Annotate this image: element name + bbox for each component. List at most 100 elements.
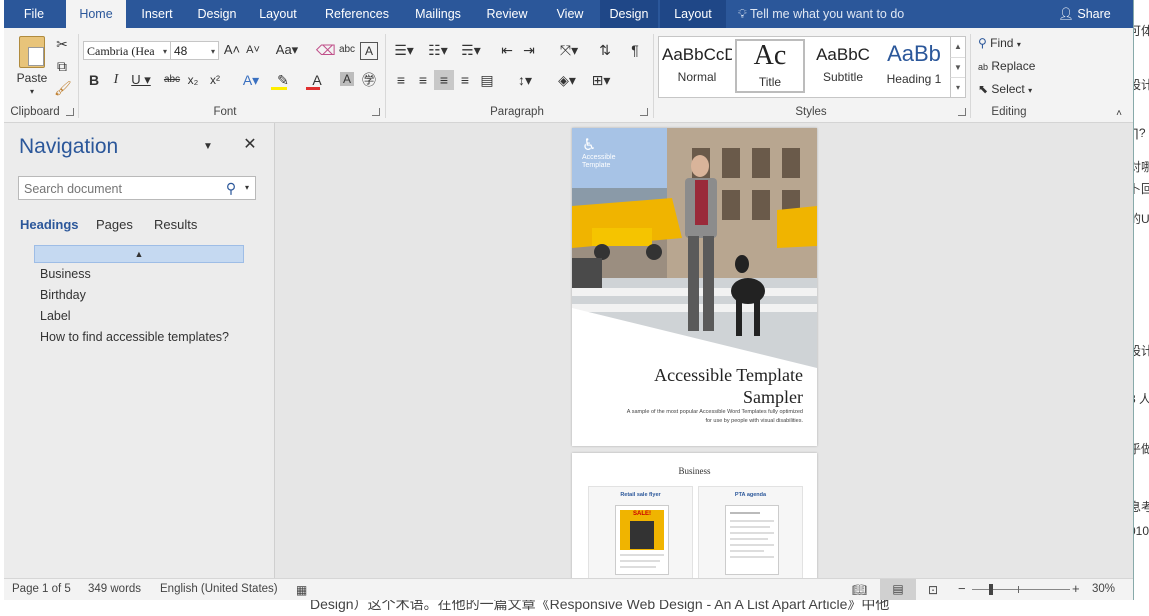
change-case-icon[interactable]: Aa▾ <box>274 40 300 60</box>
tab-mailings[interactable]: Mailings <box>404 0 472 28</box>
superscript-icon[interactable]: x² <box>207 70 223 90</box>
increase-indent-icon[interactable]: ⇥ <box>520 40 538 60</box>
align-right-icon[interactable]: ≡ <box>434 70 454 90</box>
character-shading-icon[interactable]: A <box>340 72 354 86</box>
zoom-thumb[interactable] <box>989 584 994 595</box>
template-card[interactable]: Retail sale flyer SALE! <box>588 486 693 578</box>
person-icon: 👤︎ <box>1058 7 1074 21</box>
ribbon-home: Paste ▾ ✂︎ ⧉ 🖌︎ Clipboard Cambria (Hea ▾ … <box>4 28 1133 123</box>
highlight-icon[interactable]: ✎︎ <box>270 70 296 90</box>
select-button[interactable]: ⬉ Select ▾ <box>978 79 1032 101</box>
collapse-headings-button[interactable]: ▲ <box>34 245 244 263</box>
nav-heading-item[interactable]: Birthday <box>40 288 86 302</box>
gallery-up-icon[interactable]: ▲ <box>950 37 965 57</box>
line-spacing-icon[interactable]: ↕▾ <box>510 70 540 90</box>
tab-view[interactable]: View <box>542 0 598 28</box>
find-button[interactable]: ⚲ Find ▾ <box>978 33 1021 55</box>
font-launcher[interactable] <box>372 108 380 116</box>
tab-headings[interactable]: Headings <box>20 217 79 232</box>
style-title[interactable]: Ac Title <box>735 39 805 93</box>
align-left-icon[interactable]: ≡ <box>392 70 410 90</box>
proofing-icon[interactable]: ▦ <box>296 583 307 597</box>
gallery-more-icon[interactable]: ▾ <box>950 77 965 98</box>
cut-icon[interactable]: ✂︎ <box>54 34 70 54</box>
zoom-out-icon[interactable]: − <box>958 581 966 596</box>
phonetic-guide-icon[interactable]: abc <box>338 40 356 60</box>
zoom-in-icon[interactable]: + <box>1072 581 1080 596</box>
sort-icon[interactable]: ⇅ <box>596 40 614 60</box>
styles-group-label: Styles <box>795 106 827 118</box>
chevron-down-icon[interactable]: ▾ <box>241 178 253 198</box>
show-formatting-icon[interactable]: ¶ <box>626 40 644 60</box>
tab-insert[interactable]: Insert <box>128 0 186 28</box>
page-count[interactable]: Page 1 of 5 <box>12 583 71 595</box>
font-name-combo[interactable]: Cambria (Hea ▾ <box>83 41 171 60</box>
character-border-icon[interactable]: A <box>360 42 378 60</box>
style-heading-1[interactable]: AaBb Heading 1 <box>879 39 949 93</box>
tab-results[interactable]: Results <box>154 217 197 232</box>
document-area[interactable]: ♿︎ Accessible Template Accessible Templa… <box>275 123 1133 578</box>
tab-layout[interactable]: Layout <box>660 0 726 28</box>
styles-launcher[interactable] <box>958 108 966 116</box>
tab-home[interactable]: Home <box>66 0 126 28</box>
strikethrough-icon[interactable]: abc <box>162 70 182 90</box>
justify-icon[interactable]: ≡ <box>456 70 474 90</box>
zoom-level[interactable]: 30% <box>1092 583 1115 595</box>
decrease-indent-icon[interactable]: ⇤ <box>498 40 516 60</box>
clipboard-launcher[interactable] <box>66 108 74 116</box>
web-layout-icon[interactable]: ⊡ <box>928 583 938 597</box>
pane-options-icon[interactable]: ▼ <box>200 137 216 157</box>
read-mode-icon[interactable]: 📖︎ <box>852 583 867 597</box>
grow-font-icon[interactable]: A˄ <box>223 40 241 60</box>
align-center-icon[interactable]: ≡ <box>414 70 432 90</box>
font-color-icon[interactable]: A <box>304 70 330 90</box>
paragraph-launcher[interactable] <box>640 108 648 116</box>
numbering-icon[interactable]: ☷▾ <box>424 40 452 60</box>
style-subtitle[interactable]: AaBbC Subtitle <box>808 39 878 93</box>
font-size-combo[interactable]: 48 ▾ <box>170 41 219 60</box>
subscript-icon[interactable]: x₂ <box>185 70 201 90</box>
zoom-slider[interactable] <box>972 584 1070 595</box>
close-icon[interactable]: ✕ <box>242 135 258 155</box>
copy-icon[interactable]: ⧉ <box>54 56 70 76</box>
paste-button[interactable]: Paste ▾ <box>12 34 52 96</box>
bold-icon[interactable]: B <box>86 70 102 90</box>
search-icon[interactable]: ⚲ <box>223 178 239 198</box>
nav-heading-item[interactable]: Label <box>40 309 71 323</box>
italic-icon[interactable]: I <box>108 70 124 90</box>
word-count[interactable]: 349 words <box>88 583 141 595</box>
share-button[interactable]: 👤︎ Share <box>1058 0 1111 28</box>
distributed-icon[interactable]: ▤ <box>478 70 496 90</box>
enclose-characters-icon[interactable]: ㊫ <box>360 70 378 90</box>
shading-icon[interactable]: ◈▾ <box>552 70 582 90</box>
tab-references[interactable]: References <box>310 0 404 28</box>
shrink-font-icon[interactable]: A˅ <box>244 40 262 60</box>
nav-heading-item[interactable]: How to find accessible templates? <box>40 330 229 344</box>
tab-file[interactable]: File <box>4 0 64 28</box>
tab-pages[interactable]: Pages <box>96 217 133 232</box>
collapse-ribbon-icon[interactable]: ˄ <box>1112 104 1126 124</box>
gallery-down-icon[interactable]: ▼ <box>950 57 965 78</box>
tab-layout[interactable]: Layout <box>248 0 308 28</box>
tab-design[interactable]: Design <box>600 0 658 28</box>
format-painter-icon[interactable]: 🖌︎ <box>54 78 72 98</box>
cover-logo: ♿︎ Accessible Template <box>582 138 637 170</box>
nav-heading-item[interactable]: Business <box>40 267 91 281</box>
borders-icon[interactable]: ⊞▾ <box>586 70 616 90</box>
navigation-pane: Navigation ▼ ✕ ⚲ ▾ Headings Pages Result… <box>4 123 275 578</box>
asian-layout-icon[interactable]: ⤧▾ <box>554 40 584 60</box>
template-card[interactable]: PTA agenda <box>698 486 803 578</box>
replace-button[interactable]: ab Replace <box>978 56 1035 77</box>
text-effects-icon[interactable]: A▾ <box>238 70 264 90</box>
print-layout-icon[interactable]: ▤ <box>880 579 916 600</box>
clear-formatting-icon[interactable]: ⌫ <box>316 40 336 60</box>
bullets-icon[interactable]: ☰▾ <box>390 40 418 60</box>
underline-icon[interactable]: U ▾ <box>128 70 154 90</box>
tab-design[interactable]: Design <box>188 0 246 28</box>
tell-me-box[interactable]: 💡︎ Tell me what you want to do <box>738 0 904 28</box>
style-normal[interactable]: AaBbCcD Normal <box>662 39 732 93</box>
search-input[interactable] <box>22 178 216 200</box>
tab-review[interactable]: Review <box>474 0 540 28</box>
multilevel-list-icon[interactable]: ☴▾ <box>456 40 486 60</box>
language-indicator[interactable]: English (United States) <box>160 583 278 595</box>
